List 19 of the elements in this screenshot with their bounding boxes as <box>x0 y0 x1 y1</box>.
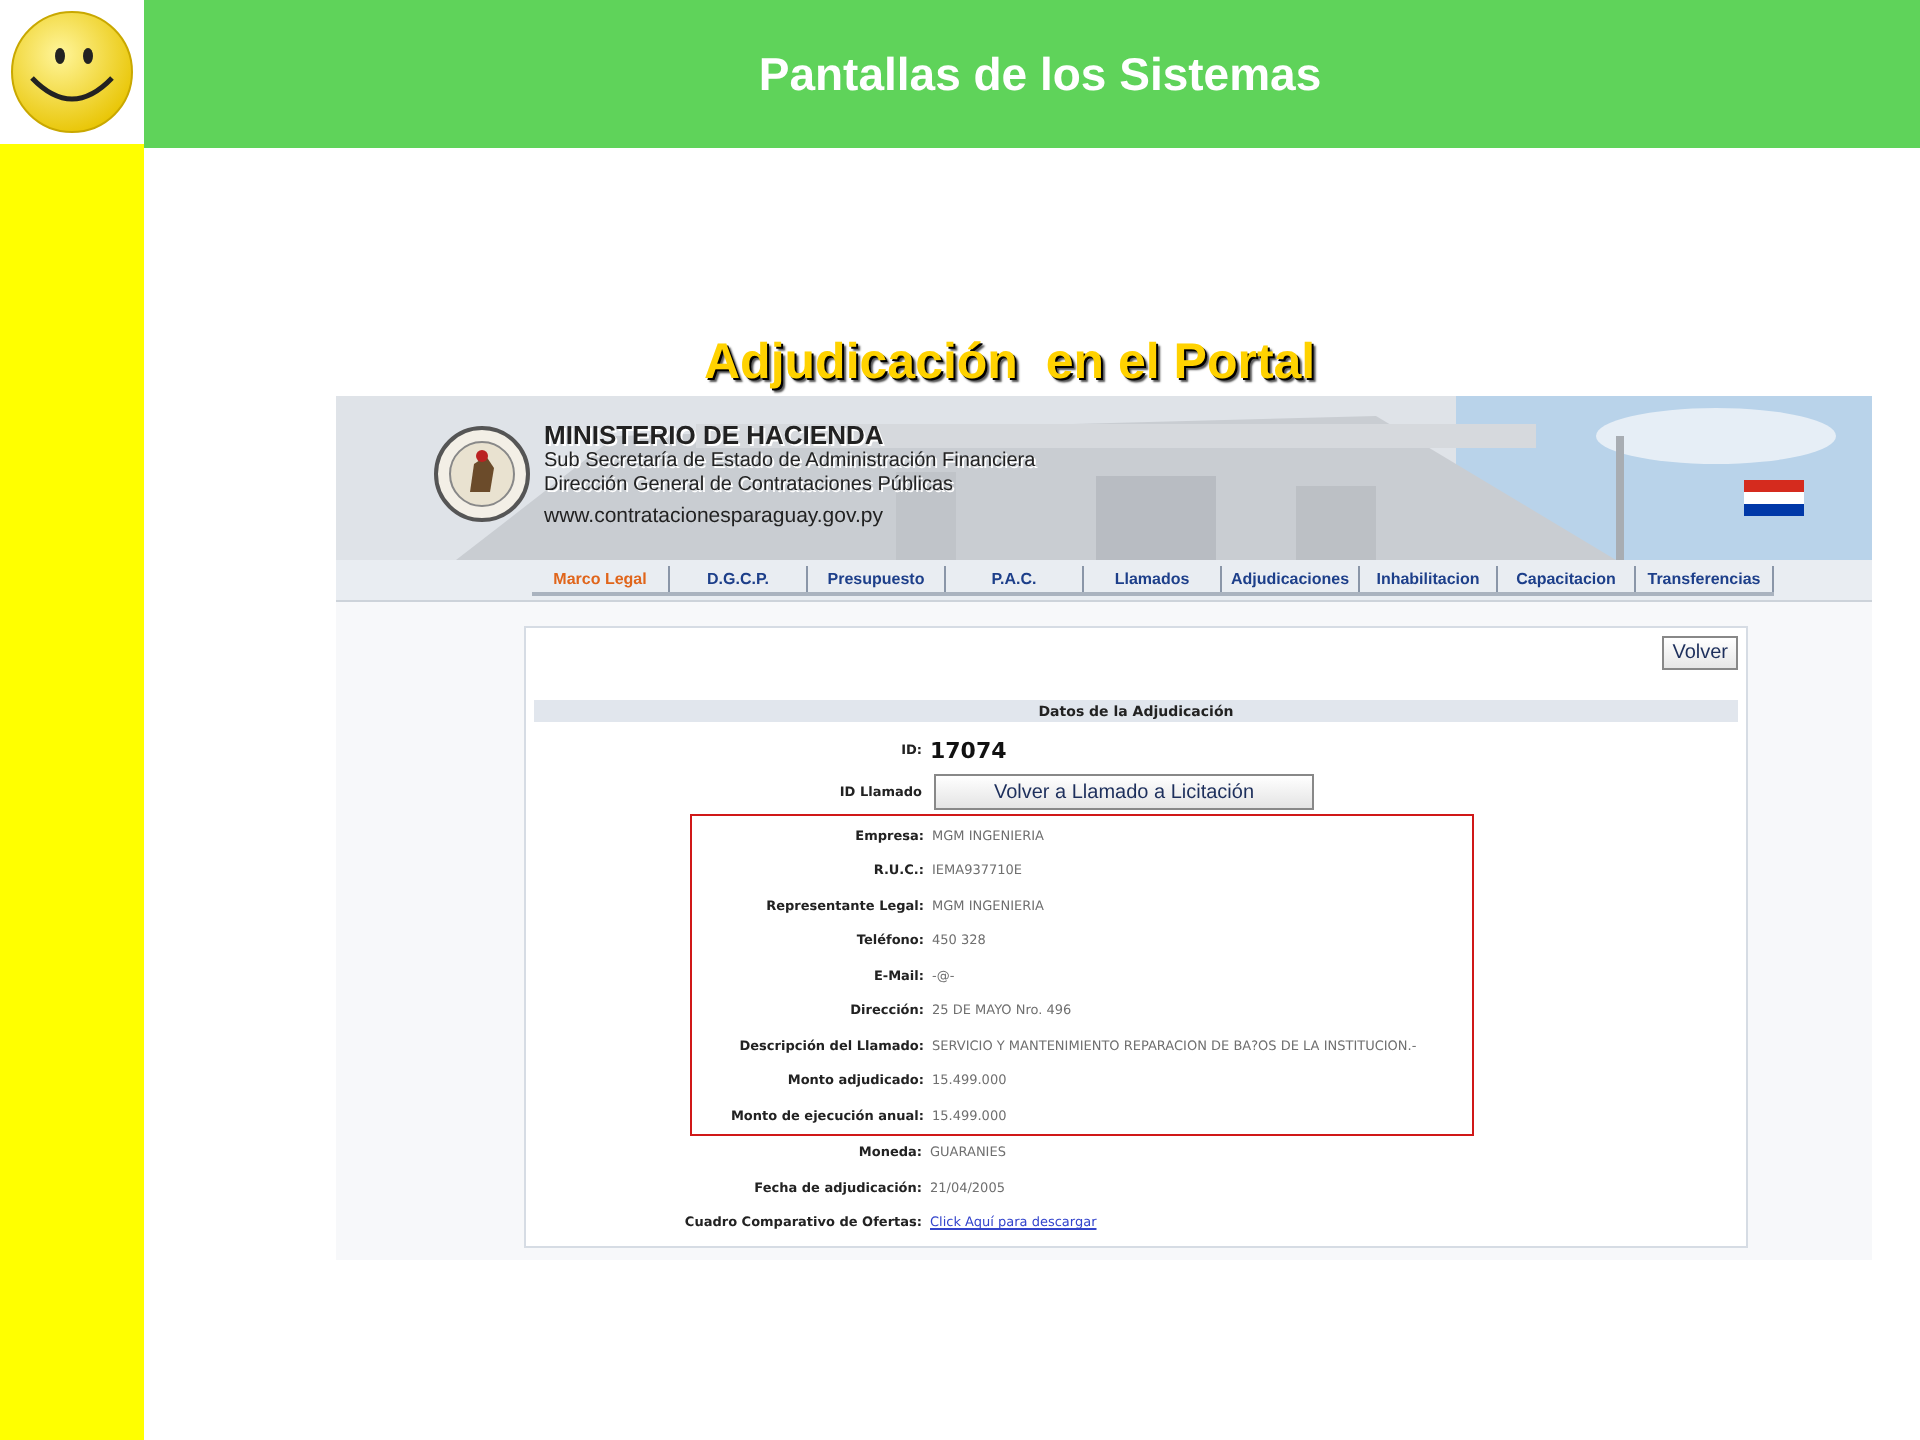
back-to-call-button[interactable]: Volver a Llamado a Licitación <box>934 774 1314 810</box>
nav-link[interactable]: Transferencias <box>1636 565 1774 591</box>
nav-link[interactable]: Inhabilitacion <box>1360 565 1498 591</box>
nav-link[interactable]: Capacitacion <box>1498 565 1636 591</box>
site-url: www.contratacionesparaguay.gov.py <box>544 504 885 528</box>
smiley-icon <box>8 8 136 136</box>
nav-link[interactable]: P.A.C. <box>946 565 1084 591</box>
id-value: 17074 <box>930 737 1007 763</box>
seal-icon <box>432 424 532 524</box>
back-button[interactable]: Volver <box>1662 636 1738 670</box>
nav-link[interactable]: Adjudicaciones <box>1222 565 1360 591</box>
nav-link[interactable]: Presupuesto <box>808 565 946 591</box>
nav-link[interactable]: D.G.C.P. <box>670 565 808 591</box>
slide-subtitle: Adjudicación en el Portal <box>704 334 1316 392</box>
ministry-subtitle: Dirección General de Contrataciones Públicas <box>544 474 956 498</box>
ministry-subtitle: Sub Secretaría de Estado de Administración Financiera <box>544 450 1036 474</box>
ministry-name: MINISTERIO DE HACIENDA <box>544 420 886 450</box>
slide-title: Pantallas de los Sistemas <box>758 47 1322 101</box>
nav-link[interactable]: Llamados <box>1084 565 1222 591</box>
